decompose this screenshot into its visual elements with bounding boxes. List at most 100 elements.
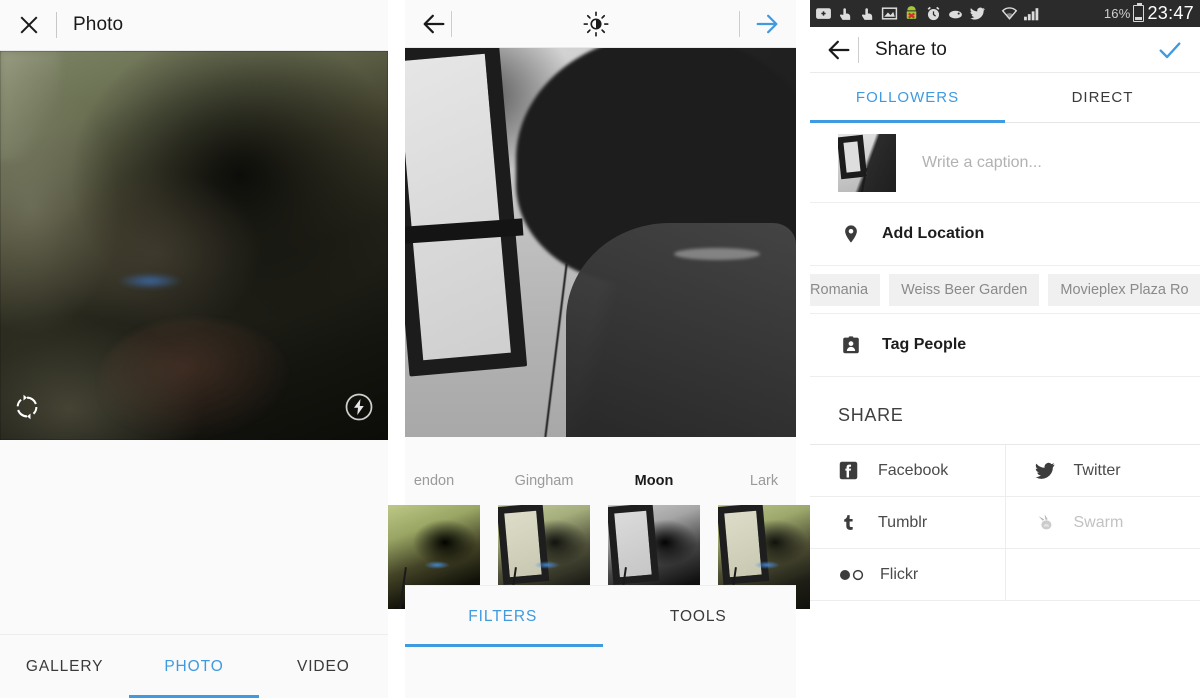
capture-area bbox=[0, 440, 388, 634]
touch-icon bbox=[861, 8, 873, 20]
share-target-facebook[interactable]: Facebook bbox=[810, 445, 1006, 497]
filter-thumb-eye bbox=[754, 561, 780, 569]
edit-screen: endon Gingham Moon Lark FILTERS TOOLS bbox=[388, 0, 810, 698]
share-row: Flickr bbox=[810, 549, 1200, 601]
add-location-row[interactable]: Add Location bbox=[810, 203, 1200, 266]
alarm-icon bbox=[927, 6, 940, 21]
location-chip[interactable]: Movieplex Plaza Ro bbox=[1048, 273, 1200, 306]
facebook-icon bbox=[838, 460, 860, 481]
tab-photo[interactable]: PHOTO bbox=[129, 658, 258, 676]
flip-camera-icon[interactable] bbox=[12, 392, 42, 422]
picture-icon bbox=[881, 7, 898, 20]
share-label: Flickr bbox=[880, 565, 919, 583]
status-bar: 16% 23:47 bbox=[810, 0, 1200, 27]
arrow-forward-icon[interactable] bbox=[752, 10, 782, 38]
mouse-icon bbox=[949, 10, 962, 19]
header-divider bbox=[858, 36, 859, 63]
filter-thumb-frame bbox=[608, 505, 660, 585]
share-target-tumblr[interactable]: Tumblr bbox=[810, 497, 1006, 549]
share-label: Tumblr bbox=[878, 513, 928, 531]
screenshot-root: Photo GALLERY PHOTO VIDEO endon Gingham … bbox=[0, 0, 1200, 698]
twitter-icon bbox=[1034, 460, 1056, 482]
location-chip[interactable]: , Romania bbox=[810, 273, 881, 306]
caption-row[interactable]: Write a caption... bbox=[810, 123, 1200, 203]
filter-label: Lark bbox=[749, 473, 779, 489]
flash-icon[interactable] bbox=[344, 392, 374, 422]
share-header: Share to bbox=[810, 27, 1200, 73]
tab-tools[interactable]: TOOLS bbox=[601, 608, 797, 626]
camera-tabbar: GALLERY PHOTO VIDEO bbox=[0, 634, 388, 698]
edit-photo-preview[interactable] bbox=[405, 48, 796, 437]
share-target-twitter[interactable]: Twitter bbox=[1005, 445, 1200, 497]
clock: 23:47 bbox=[1147, 3, 1194, 23]
viewfinder-highlight bbox=[0, 51, 60, 161]
signal-icon bbox=[1024, 8, 1039, 21]
share-target-flickr[interactable]: Flickr bbox=[810, 549, 1006, 601]
tab-direct[interactable]: DIRECT bbox=[1005, 89, 1200, 106]
share-screen: 16% 23:47 Share to FOLLOWERS DIRECT Writ… bbox=[810, 0, 1200, 698]
close-icon[interactable] bbox=[14, 10, 44, 40]
filter-thumb-frame bbox=[498, 505, 550, 585]
header-divider bbox=[451, 10, 452, 37]
tag-people-label: Tag People bbox=[882, 336, 967, 353]
header-divider-right bbox=[739, 10, 740, 37]
status-icons bbox=[815, 5, 1100, 22]
add-location-label: Add Location bbox=[882, 225, 985, 242]
thumbnail-frame bbox=[838, 134, 868, 179]
tab-active-indicator bbox=[405, 644, 603, 647]
camera-screen: Photo GALLERY PHOTO VIDEO bbox=[0, 0, 388, 698]
filter-thumb-eye bbox=[534, 561, 560, 569]
share-section-heading: SHARE bbox=[838, 405, 904, 425]
page-title: Photo bbox=[73, 14, 124, 35]
share-label: Facebook bbox=[878, 461, 949, 479]
share-cell-empty bbox=[1005, 549, 1200, 601]
location-chip[interactable]: Weiss Beer Garden bbox=[889, 273, 1040, 306]
share-tabbar: FOLLOWERS DIRECT bbox=[810, 73, 1200, 123]
share-row: Facebook Twitter bbox=[810, 445, 1200, 497]
battery-icon bbox=[1133, 2, 1145, 22]
share-target-swarm[interactable]: Swarm bbox=[1005, 497, 1200, 549]
tab-filters[interactable]: FILTERS bbox=[405, 608, 601, 626]
check-icon[interactable] bbox=[1156, 36, 1184, 64]
battery-percent: 16% bbox=[1103, 6, 1131, 21]
location-suggestions[interactable]: , Romania Weiss Beer Garden Movieplex Pl… bbox=[810, 266, 1200, 314]
filter-label: endon bbox=[413, 473, 455, 489]
filter-thumb-frame bbox=[718, 505, 770, 585]
caption-input[interactable]: Write a caption... bbox=[922, 154, 1042, 172]
tab-gallery[interactable]: GALLERY bbox=[0, 658, 129, 676]
twitter-icon bbox=[970, 7, 985, 20]
swarm-icon bbox=[1034, 512, 1056, 534]
photo-thumbnail[interactable] bbox=[838, 133, 896, 192]
tab-active-indicator bbox=[810, 120, 1005, 123]
share-row: Tumblr Swarm bbox=[810, 497, 1200, 549]
location-pin-icon bbox=[838, 223, 864, 245]
filter-label: Gingham bbox=[514, 473, 574, 489]
android-error-icon bbox=[906, 6, 917, 19]
flickr-icon bbox=[838, 567, 868, 583]
share-targets-grid: Facebook Twitter Tumblr Swarm Flickr bbox=[810, 444, 1200, 601]
filter-thumb-eye bbox=[424, 561, 450, 569]
viewfinder-subject bbox=[100, 319, 290, 439]
tab-video[interactable]: VIDEO bbox=[259, 658, 388, 676]
edit-tabbar: FILTERS TOOLS bbox=[405, 585, 796, 647]
edit-header bbox=[405, 0, 796, 48]
arrow-back-icon[interactable] bbox=[419, 10, 449, 38]
tag-people-icon bbox=[838, 334, 864, 356]
photo-subject-eye bbox=[674, 248, 760, 260]
viewfinder-glare bbox=[118, 273, 182, 289]
share-label: Swarm bbox=[1073, 513, 1124, 531]
filter-label: Moon bbox=[634, 473, 674, 489]
camera-viewfinder[interactable] bbox=[0, 51, 388, 440]
tag-people-row[interactable]: Tag People bbox=[810, 314, 1200, 377]
tumblr-icon bbox=[838, 512, 860, 533]
camera-header: Photo bbox=[0, 0, 388, 51]
header-divider bbox=[56, 12, 57, 38]
brightness-icon[interactable] bbox=[581, 9, 611, 39]
arrow-back-icon[interactable] bbox=[824, 36, 854, 64]
page-title: Share to bbox=[875, 38, 947, 60]
touch-icon bbox=[839, 8, 851, 20]
share-label: Twitter bbox=[1073, 461, 1121, 479]
filter-strip[interactable]: endon Gingham Moon Lark FILTERS TOOLS bbox=[388, 437, 810, 647]
add-icon bbox=[816, 8, 831, 19]
tab-followers[interactable]: FOLLOWERS bbox=[810, 89, 1005, 106]
